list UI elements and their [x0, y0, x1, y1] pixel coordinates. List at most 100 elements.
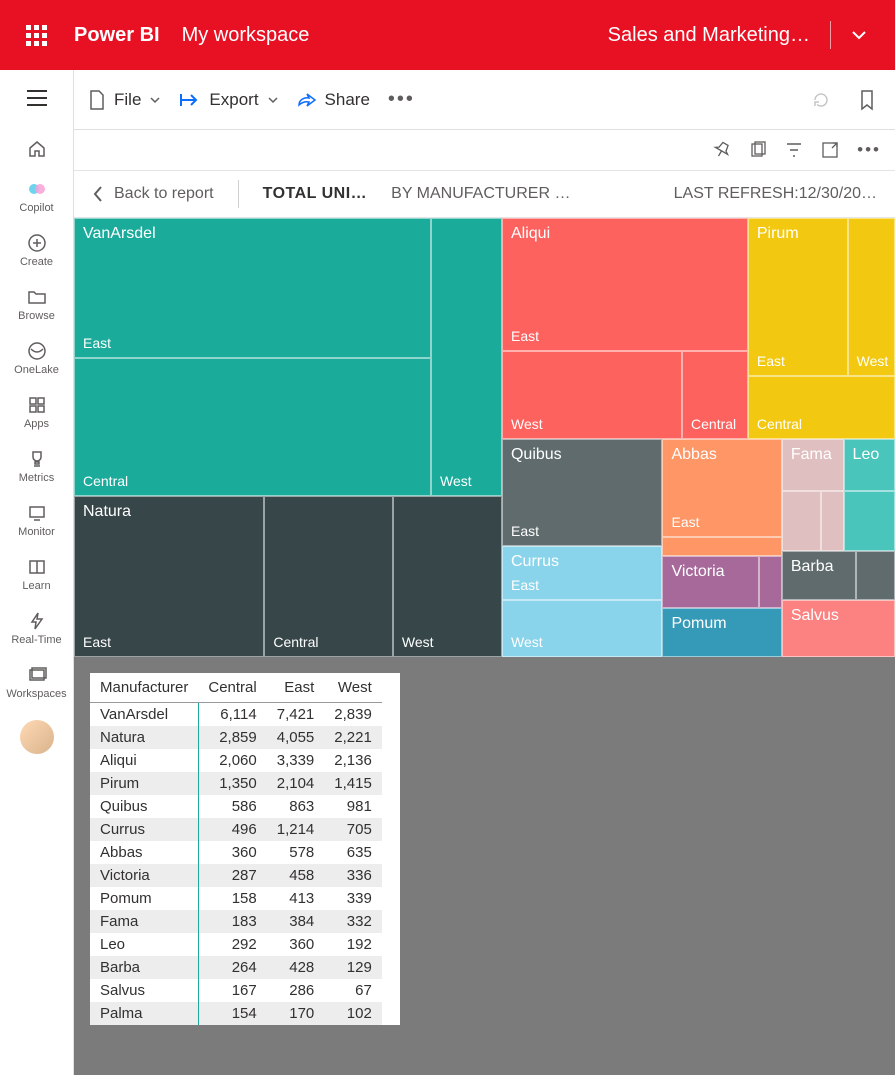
more-options-icon[interactable]: ••• [388, 88, 415, 111]
crumb-by-manufacturer[interactable]: BY MANUFACTURER … [391, 185, 570, 203]
nav-monitor[interactable]: Monitor [4, 494, 70, 546]
nav-metrics[interactable]: Metrics [4, 440, 70, 492]
table-cell: 2,221 [324, 726, 382, 749]
copilot-icon [26, 178, 48, 200]
nav-realtime[interactable]: Real-Time [4, 602, 70, 654]
treemap-region-label: East [757, 353, 785, 369]
nav-learn[interactable]: Learn [4, 548, 70, 600]
treemap-cell[interactable] [821, 491, 844, 551]
treemap-cell[interactable] [782, 491, 821, 551]
treemap-cell[interactable]: CurrusEast [502, 546, 662, 600]
table-row[interactable]: Salvus16728667 [90, 979, 382, 1002]
table-cell: Pomum [90, 887, 198, 910]
back-to-report-button[interactable]: Back to report [92, 185, 214, 203]
treemap-cell[interactable]: Central [264, 496, 393, 657]
share-button[interactable]: Share [297, 90, 370, 110]
nav-home[interactable] [4, 130, 70, 168]
treemap-cell[interactable]: PirumEast [748, 218, 848, 376]
table-cell: 6,114 [198, 703, 266, 727]
treemap-cell[interactable]: West [502, 600, 662, 657]
treemap-cell[interactable] [844, 491, 895, 551]
table-row[interactable]: Victoria287458336 [90, 864, 382, 887]
treemap-cell[interactable]: VanArsdelEast [74, 218, 431, 358]
workspace-name[interactable]: My workspace [182, 24, 310, 47]
treemap-cell[interactable]: West [848, 218, 895, 376]
table-row[interactable]: Natura2,8594,0552,221 [90, 726, 382, 749]
treemap-cell[interactable]: AbbasEast [662, 439, 781, 537]
pin-icon[interactable] [713, 141, 731, 159]
treemap-cell[interactable]: Central [682, 351, 748, 439]
nav-apps[interactable]: Apps [4, 386, 70, 438]
table-row[interactable]: Currus4961,214705 [90, 818, 382, 841]
table-cell: 863 [267, 795, 325, 818]
more-icon[interactable]: ••• [857, 140, 881, 160]
treemap-cell[interactable]: Barba [782, 551, 856, 600]
table-cell: Abbas [90, 841, 198, 864]
treemap-cell[interactable] [856, 551, 895, 600]
treemap-cell[interactable]: Fama [782, 439, 844, 491]
nav-copilot[interactable]: Copilot [4, 170, 70, 222]
treemap-cell[interactable]: West [502, 351, 682, 439]
crumb-total[interactable]: TOTAL UNI… [263, 185, 368, 203]
treemap-cell[interactable]: Pomum [662, 608, 781, 657]
treemap-cell[interactable]: West [431, 218, 502, 496]
nav-workspaces[interactable]: Workspaces [4, 656, 70, 708]
table-row[interactable]: Pomum158413339 [90, 887, 382, 910]
treemap-region-label: Central [83, 473, 128, 489]
nav-browse[interactable]: Browse [4, 278, 70, 330]
table-row[interactable]: Pirum1,3502,1041,415 [90, 772, 382, 795]
treemap-mfr-label: Natura [83, 503, 131, 521]
nav-onelake[interactable]: OneLake [4, 332, 70, 384]
user-avatar[interactable] [20, 720, 54, 754]
focus-mode-icon[interactable] [821, 141, 839, 159]
table-row[interactable]: Quibus586863981 [90, 795, 382, 818]
file-menu-button[interactable]: File [88, 89, 161, 111]
refresh-icon[interactable] [807, 86, 835, 114]
crumb-last-refresh: LAST REFRESH:12/30/20… [674, 185, 877, 203]
nav-create[interactable]: Create [4, 224, 70, 276]
treemap-cell[interactable]: AliquiEast [502, 218, 748, 351]
table-row[interactable]: VanArsdel6,1147,4212,839 [90, 703, 382, 727]
table-visual[interactable]: ManufacturerCentralEastWest VanArsdel6,1… [90, 673, 400, 1025]
treemap-cell[interactable]: QuibusEast [502, 439, 662, 546]
filter-icon[interactable] [785, 141, 803, 159]
table-row[interactable]: Abbas360578635 [90, 841, 382, 864]
treemap-cell[interactable]: NaturaEast [74, 496, 264, 657]
brand-label[interactable]: Power BI [74, 24, 160, 47]
report-dropdown-icon[interactable] [851, 27, 867, 43]
treemap-cell[interactable]: Salvus [782, 600, 895, 657]
table-row[interactable]: Barba264428129 [90, 956, 382, 979]
table-cell: 428 [267, 956, 325, 979]
app-launcher-icon[interactable] [16, 15, 56, 55]
onelake-icon [26, 340, 48, 362]
file-icon [88, 89, 106, 111]
treemap-visual[interactable]: VanArsdelEastCentralWestNaturaEastCentra… [74, 218, 895, 657]
treemap-cell[interactable]: West [393, 496, 502, 657]
report-title[interactable]: Sales and Marketing… [608, 24, 810, 47]
table-header[interactable]: Manufacturer [90, 673, 198, 703]
table-cell: 981 [324, 795, 382, 818]
treemap-region-label: Central [273, 634, 318, 650]
table-row[interactable]: Palma154170102 [90, 1002, 382, 1025]
table-header[interactable]: West [324, 673, 382, 703]
treemap-cell[interactable] [662, 537, 781, 556]
treemap-cell[interactable]: Leo [844, 439, 895, 491]
treemap-cell[interactable]: Victoria [662, 556, 759, 608]
table-header[interactable]: East [267, 673, 325, 703]
treemap-cell[interactable]: Central [74, 358, 431, 496]
table-cell: Salvus [90, 979, 198, 1002]
export-menu-button[interactable]: Export [179, 90, 278, 110]
folder-icon [26, 286, 48, 308]
bookmark-icon[interactable] [853, 86, 881, 114]
treemap-cell[interactable]: Central [748, 376, 895, 439]
table-cell: 287 [198, 864, 266, 887]
nav-label: Workspaces [6, 688, 66, 700]
treemap-mfr-label: Victoria [671, 563, 724, 581]
table-row[interactable]: Leo292360192 [90, 933, 382, 956]
treemap-cell[interactable] [759, 556, 782, 608]
copy-icon[interactable] [749, 141, 767, 159]
hamburger-icon[interactable] [17, 78, 57, 118]
table-row[interactable]: Fama183384332 [90, 910, 382, 933]
table-header[interactable]: Central [198, 673, 266, 703]
table-row[interactable]: Aliqui2,0603,3392,136 [90, 749, 382, 772]
